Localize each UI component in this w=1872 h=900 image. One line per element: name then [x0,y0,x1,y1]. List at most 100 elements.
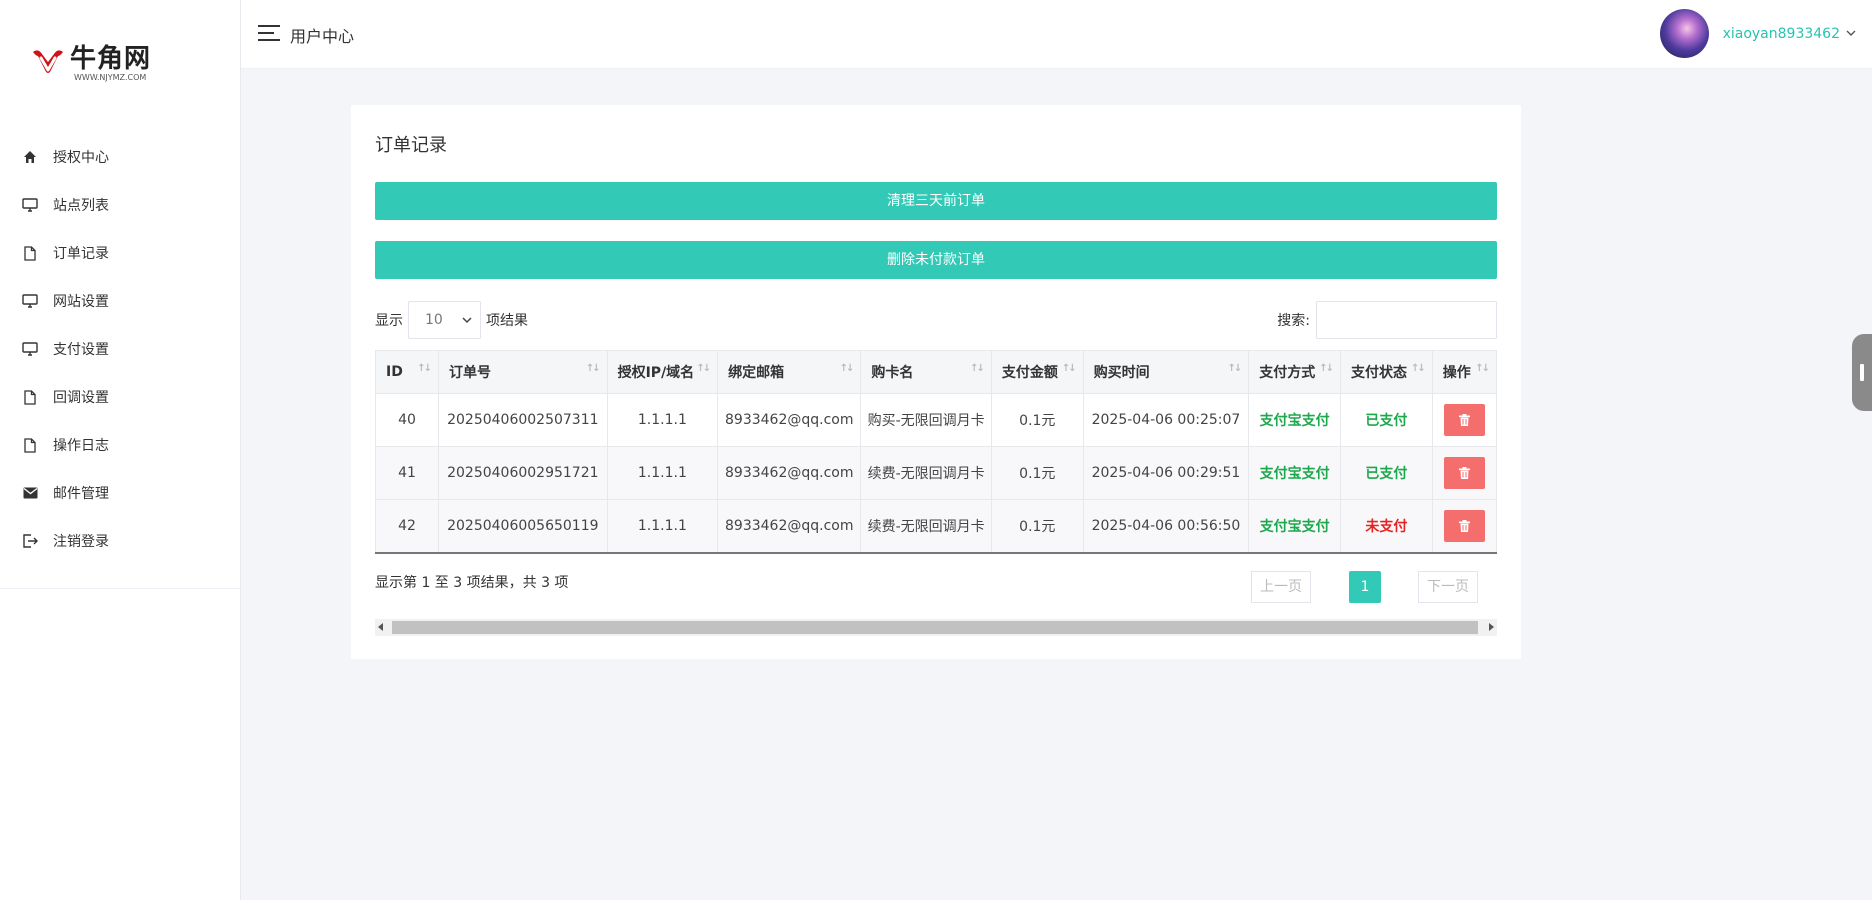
cell-card-name: 购买-无限回调月卡 [860,393,992,447]
col-header-ip-domain[interactable]: 授权IP/域名 ↑↓ [607,350,719,394]
sort-icon: ↑↓ [970,363,985,374]
delete-order-button[interactable] [1443,457,1485,489]
next-page-button[interactable]: 下一页 [1418,571,1478,603]
chevron-down-icon [462,316,472,323]
trash-icon [1458,519,1470,532]
cell-order-no: 20250406002951721 [438,446,608,500]
sidebar-menu: 授权中心 站点列表 订单记录 网站设置 支付设置 回调设置 操作日志 邮件管理 … [0,133,240,565]
cell-id: 41 [374,446,440,500]
cell-pay-status: 未支付 [1340,499,1433,554]
col-header-email[interactable]: 绑定邮箱 ↑↓ [717,350,862,394]
page-length-select[interactable]: 10 [408,301,481,339]
cell-ip: 1.1.1.1 [607,499,719,554]
cell-order-no: 20250406002507311 [438,393,608,447]
delete-unpaid-orders-button[interactable]: 删除未付款订单 [375,241,1497,279]
pagination: 上一页 1 下一页 [1251,571,1478,603]
orders-card: 订单记录 清理三天前订单 删除未付款订单 显示 10 项结果 搜索: ID ↑↓ … [351,105,1521,659]
cell-pay-method: 支付宝支付 [1248,499,1342,554]
cell-card-name: 续费-无限回调月卡 [860,499,992,554]
cell-pay-method: 支付宝支付 [1248,393,1342,447]
brand-url: WWW.NJYMZ.COM [74,73,147,82]
menu-toggle-icon[interactable] [258,25,280,43]
cell-pay-status: 已支付 [1340,393,1433,447]
file-icon [22,389,38,405]
col-header-id[interactable]: ID ↑↓ [374,350,440,394]
username[interactable]: xiaoyan8933462 [1723,26,1840,42]
chevron-down-icon[interactable] [1846,30,1856,37]
avatar[interactable] [1659,9,1709,58]
col-header-pay-method[interactable]: 支付方式 ↑↓ [1248,350,1342,394]
table-info: 显示第 1 至 3 项结果，共 3 项 [375,575,569,591]
cell-actions [1432,393,1498,447]
side-drawer-handle[interactable] [1852,334,1872,411]
cell-time: 2025-04-06 00:56:50 [1083,499,1250,554]
cell-time: 2025-04-06 00:25:07 [1083,393,1250,447]
sidebar-item-label: 网站设置 [53,294,109,310]
sort-icon: ↑↓ [1475,363,1490,374]
monitor-icon [22,197,38,213]
sidebar-item-mail-management[interactable]: 邮件管理 [0,469,240,517]
sidebar-item-operation-log[interactable]: 操作日志 [0,421,240,469]
delete-order-button[interactable] [1443,404,1485,436]
sort-icon: ↑↓ [839,363,855,374]
sidebar-item-auth-center[interactable]: 授权中心 [0,133,240,181]
cell-actions [1432,499,1498,554]
cell-amount: 0.1元 [991,499,1084,554]
prev-page-button[interactable]: 上一页 [1251,571,1311,603]
cell-ip: 1.1.1.1 [607,446,719,500]
cell-order-no: 20250406005650119 [438,499,608,554]
sort-icon: ↑↓ [1227,363,1242,374]
cell-email: 8933462@qq.com [717,393,862,447]
clear-old-orders-button[interactable]: 清理三天前订单 [375,182,1497,220]
col-header-time[interactable]: 购买时间 ↑↓ [1083,350,1250,394]
sidebar-item-payment-settings[interactable]: 支付设置 [0,325,240,373]
sort-icon: ↑↓ [417,363,432,374]
sidebar-item-label: 订单记录 [53,246,109,262]
user-menu[interactable]: xiaoyan8933462 [1659,9,1856,58]
cell-amount: 0.1元 [991,446,1084,500]
cell-email: 8933462@qq.com [717,499,862,554]
sort-icon: ↑↓ [1411,363,1426,374]
sidebar-item-site-settings[interactable]: 网站设置 [0,277,240,325]
sort-icon: ↑↓ [1319,363,1334,374]
sidebar-item-logout[interactable]: 注销登录 [0,517,240,565]
col-header-card-name[interactable]: 购卡名 ↑↓ [860,350,992,394]
monitor-icon [22,293,38,309]
scrollbar-thumb[interactable] [392,621,1478,634]
search-input[interactable] [1316,301,1497,339]
length-suffix: 项结果 [486,313,528,329]
home-icon [22,149,38,165]
orders-table: ID ↑↓ 订单号 ↑↓ 授权IP/域名 ↑↓ 绑定邮箱 ↑↓ 购卡名 ↑↓ 支付金额 ↑↓… [374,350,1498,554]
mail-icon [22,485,38,501]
col-header-actions[interactable]: 操作 ↑↓ [1432,350,1498,394]
sidebar-item-label: 注销登录 [53,534,109,550]
file-icon [22,437,38,453]
brand-name: 牛角网 [70,44,152,74]
scroll-right-icon[interactable] [1489,623,1494,631]
page-1-button[interactable]: 1 [1349,571,1381,603]
page-length-value: 10 [425,312,443,328]
logo[interactable]: 牛角网 WWW.NJYMZ.COM [30,44,151,84]
col-header-amount[interactable]: 支付金额 ↑↓ [991,350,1084,394]
sidebar-item-order-records[interactable]: 订单记录 [0,229,240,277]
sort-icon: ↑↓ [696,363,711,374]
card-title: 订单记录 [375,135,447,156]
horizontal-scrollbar[interactable] [375,619,1497,636]
page-title: 用户中心 [290,27,355,46]
sidebar-item-label: 授权中心 [53,150,109,166]
scroll-left-icon[interactable] [378,623,383,631]
cell-actions [1432,446,1498,500]
sidebar-item-site-list[interactable]: 站点列表 [0,181,240,229]
logout-icon [22,533,38,549]
col-header-pay-status[interactable]: 支付状态 ↑↓ [1340,350,1433,394]
sidebar-item-label: 邮件管理 [53,486,109,502]
sidebar-divider [0,588,240,589]
col-header-order-no[interactable]: 订单号 ↑↓ [438,350,608,394]
logo-icon [33,50,63,73]
delete-order-button[interactable] [1443,509,1485,542]
table-row: 40 20250406002507311 1.1.1.1 8933462@qq.… [374,393,1498,447]
cell-pay-status: 已支付 [1340,446,1433,500]
monitor-icon [22,341,38,357]
sort-icon: ↑↓ [1061,363,1077,374]
sidebar-item-callback-settings[interactable]: 回调设置 [0,373,240,421]
